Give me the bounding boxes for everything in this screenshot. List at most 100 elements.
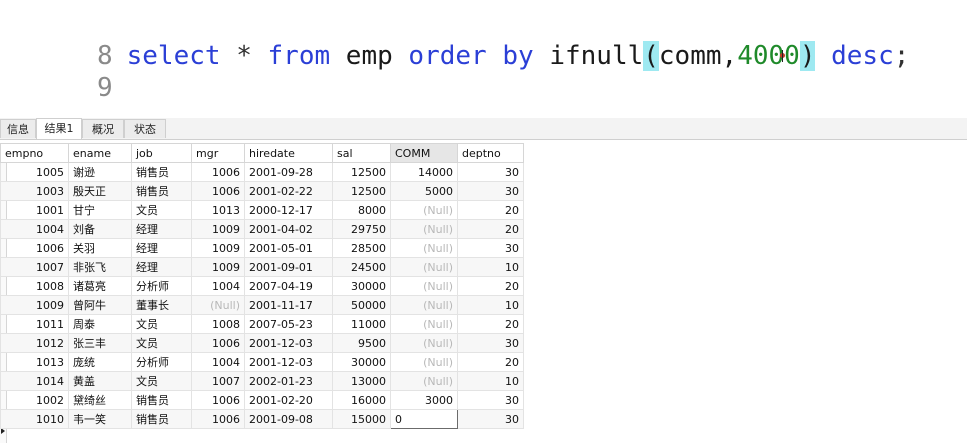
cell-ename[interactable]: 刘备 xyxy=(68,219,132,239)
cell-deptno[interactable]: 30 xyxy=(457,181,524,201)
cell-mgr[interactable]: 1013 xyxy=(191,200,245,220)
cell-job[interactable]: 销售员 xyxy=(131,390,192,410)
cell-deptno[interactable]: 10 xyxy=(457,371,524,391)
cell-comm[interactable]: (Null) xyxy=(390,200,458,220)
cell-job[interactable]: 经理 xyxy=(131,238,192,258)
cell-comm[interactable]: 0 xyxy=(390,409,458,429)
cell-ename[interactable]: 韦一笑 xyxy=(68,409,132,429)
cell-ename[interactable]: 张三丰 xyxy=(68,333,132,353)
cell-ename[interactable]: 谢逊 xyxy=(68,162,132,182)
column-header-deptno[interactable]: deptno xyxy=(457,143,524,163)
cell-deptno[interactable]: 30 xyxy=(457,333,524,353)
cell-ename[interactable]: 诸葛亮 xyxy=(68,276,132,296)
table-row[interactable]: 1001 甘宁 文员 1013 2000-12-17 8000 (Null) 20 xyxy=(0,200,524,220)
tab-result-1[interactable]: 结果1 xyxy=(36,118,82,139)
cell-deptno[interactable]: 30 xyxy=(457,409,524,429)
cell-job[interactable]: 分析师 xyxy=(131,352,192,372)
table-row[interactable]: 1006 关羽 经理 1009 2001-05-01 28500 (Null) 30 xyxy=(0,238,524,258)
result-grid[interactable]: empno ename job mgr hiredate sal COMM deptno 10… xyxy=(0,143,524,429)
cell-mgr[interactable]: 1007 xyxy=(191,371,245,391)
tab-info[interactable]: 信息 xyxy=(0,119,36,138)
cell-hiredate[interactable]: 2002-01-23 xyxy=(244,371,333,391)
cell-comm[interactable]: (Null) xyxy=(390,276,458,296)
cell-mgr[interactable]: 1006 xyxy=(191,409,245,429)
cell-job[interactable]: 销售员 xyxy=(131,162,192,182)
table-row[interactable]: 1011 周泰 文员 1008 2007-05-23 11000 (Null) 20 xyxy=(0,314,524,334)
cell-hiredate[interactable]: 2001-04-02 xyxy=(244,219,333,239)
table-row[interactable]: 1013 庞统 分析师 1004 2001-12-03 30000 (Null) 20 xyxy=(0,352,524,372)
cell-mgr[interactable]: 1009 xyxy=(191,219,245,239)
column-header-sal[interactable]: sal xyxy=(332,143,391,163)
cell-deptno[interactable]: 30 xyxy=(457,390,524,410)
cell-hiredate[interactable]: 2001-02-20 xyxy=(244,390,333,410)
column-header-ename[interactable]: ename xyxy=(68,143,132,163)
cell-hiredate[interactable]: 2001-11-17 xyxy=(244,295,333,315)
cell-deptno[interactable]: 20 xyxy=(457,276,524,296)
cell-comm[interactable]: (Null) xyxy=(390,219,458,239)
cell-comm[interactable]: (Null) xyxy=(390,352,458,372)
column-header-hiredate[interactable]: hiredate xyxy=(244,143,333,163)
cell-sal[interactable]: 50000 xyxy=(332,295,391,315)
cell-comm[interactable]: (Null) xyxy=(390,333,458,353)
cell-ename[interactable]: 曾阿牛 xyxy=(68,295,132,315)
cell-mgr[interactable]: (Null) xyxy=(191,295,245,315)
cell-comm[interactable]: (Null) xyxy=(390,257,458,277)
cell-empno[interactable]: 1013 xyxy=(0,352,69,372)
column-header-empno[interactable]: empno xyxy=(0,143,69,163)
cell-ename[interactable]: 黄盖 xyxy=(68,371,132,391)
cell-empno[interactable]: 1011 xyxy=(0,314,69,334)
cell-ename[interactable]: 庞统 xyxy=(68,352,132,372)
column-header-job[interactable]: job xyxy=(131,143,192,163)
table-row[interactable]: 1014 黄盖 文员 1007 2002-01-23 13000 (Null) 10 xyxy=(0,371,524,391)
cell-sal[interactable]: 11000 xyxy=(332,314,391,334)
cell-mgr[interactable]: 1004 xyxy=(191,276,245,296)
cell-hiredate[interactable]: 2001-05-01 xyxy=(244,238,333,258)
cell-comm[interactable]: (Null) xyxy=(390,314,458,334)
cell-empno[interactable]: 1008 xyxy=(0,276,69,296)
cell-sal[interactable]: 15000 xyxy=(332,409,391,429)
cell-sal[interactable]: 30000 xyxy=(332,352,391,372)
table-row[interactable]: 1010 韦一笑 销售员 1006 2001-09-08 15000 0 30 xyxy=(0,409,524,429)
cell-empno[interactable]: 1001 xyxy=(0,200,69,220)
cell-ename[interactable]: 黛绮丝 xyxy=(68,390,132,410)
cell-sal[interactable]: 13000 xyxy=(332,371,391,391)
cell-hiredate[interactable]: 2001-12-03 xyxy=(244,352,333,372)
table-row[interactable]: 1004 刘备 经理 1009 2001-04-02 29750 (Null) 20 xyxy=(0,219,524,239)
cell-job[interactable]: 经理 xyxy=(131,257,192,277)
cell-deptno[interactable]: 10 xyxy=(457,257,524,277)
cell-ename[interactable]: 非张飞 xyxy=(68,257,132,277)
code-line-9[interactable]: 9 xyxy=(0,40,127,103)
table-row[interactable]: 1009 曾阿牛 董事长 (Null) 2001-11-17 50000 (Null) 10 xyxy=(0,295,524,315)
cell-comm[interactable]: 14000 xyxy=(390,162,458,182)
cell-job[interactable]: 分析师 xyxy=(131,276,192,296)
cell-sal[interactable]: 30000 xyxy=(332,276,391,296)
cell-job[interactable]: 经理 xyxy=(131,219,192,239)
table-row[interactable]: 1005 谢逊 销售员 1006 2001-09-28 12500 14000 30 xyxy=(0,162,524,182)
table-row[interactable]: 1003 殷天正 销售员 1006 2001-02-22 12500 5000 30 xyxy=(0,181,524,201)
tab-status[interactable]: 状态 xyxy=(124,119,166,138)
cell-empno[interactable]: 1009 xyxy=(0,295,69,315)
table-row[interactable]: 1007 非张飞 经理 1009 2001-09-01 24500 (Null) 10 xyxy=(0,257,524,277)
cell-deptno[interactable]: 20 xyxy=(457,352,524,372)
cell-hiredate[interactable]: 2007-05-23 xyxy=(244,314,333,334)
cell-ename[interactable]: 周泰 xyxy=(68,314,132,334)
cell-hiredate[interactable]: 2000-12-17 xyxy=(244,200,333,220)
cell-deptno[interactable]: 20 xyxy=(457,314,524,334)
cell-deptno[interactable]: 30 xyxy=(457,162,524,182)
cell-mgr[interactable]: 1009 xyxy=(191,238,245,258)
cell-hiredate[interactable]: 2001-09-28 xyxy=(244,162,333,182)
sql-editor[interactable]: 8 select * from emp order by ifnull(comm,… xyxy=(0,0,967,112)
cell-job[interactable]: 销售员 xyxy=(131,409,192,429)
cell-empno[interactable]: 1012 xyxy=(0,333,69,353)
cell-sal[interactable]: 12500 xyxy=(332,181,391,201)
cell-sal[interactable]: 28500 xyxy=(332,238,391,258)
cell-mgr[interactable]: 1006 xyxy=(191,333,245,353)
cell-empno[interactable]: 1005 xyxy=(0,162,69,182)
cell-sal[interactable]: 16000 xyxy=(332,390,391,410)
cell-empno[interactable]: 1014 xyxy=(0,371,69,391)
cell-empno[interactable]: 1007 xyxy=(0,257,69,277)
table-row[interactable]: 1008 诸葛亮 分析师 1004 2007-04-19 30000 (Null) 20 xyxy=(0,276,524,296)
cell-job[interactable]: 销售员 xyxy=(131,181,192,201)
cell-comm[interactable]: 3000 xyxy=(390,390,458,410)
column-header-mgr[interactable]: mgr xyxy=(191,143,245,163)
